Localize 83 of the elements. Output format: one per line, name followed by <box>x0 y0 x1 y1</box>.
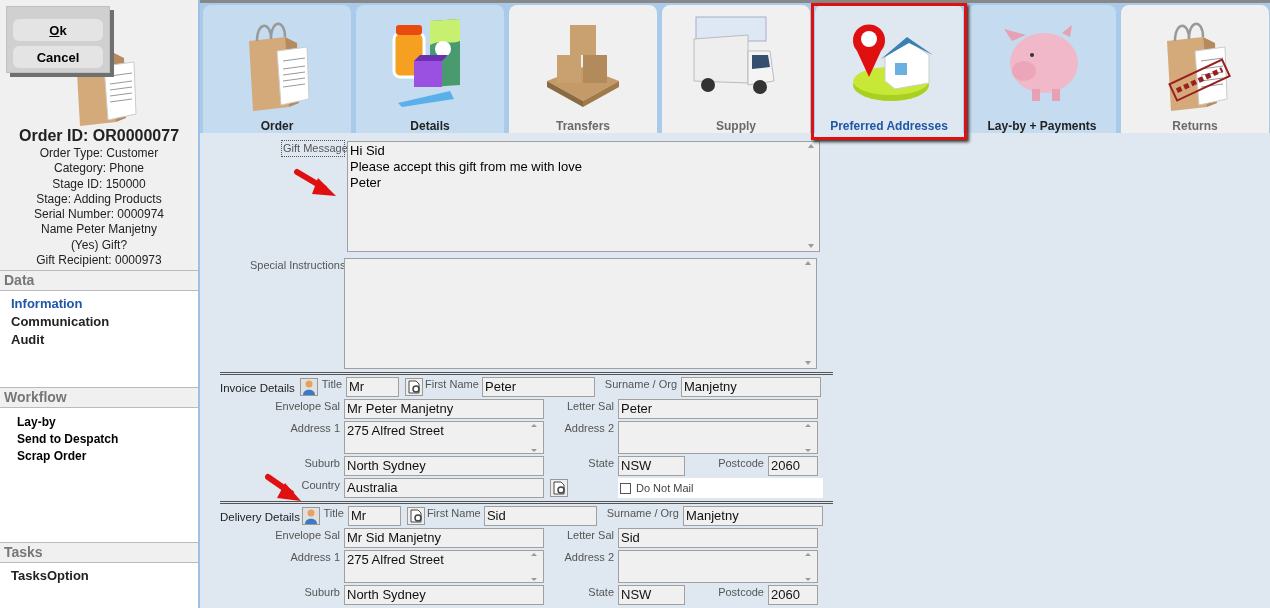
text-field[interactable]: 2060 <box>768 585 818 605</box>
field-label: Address 1 <box>289 550 341 565</box>
text-field[interactable]: North Sydney <box>344 456 544 476</box>
field-label: Address 2 <box>563 550 615 565</box>
text-field[interactable]: 275 Alfred Street <box>344 421 544 454</box>
sidebar-item[interactable]: Communication <box>11 313 110 331</box>
field-label: Surname / Org <box>605 506 680 521</box>
field-label: Address 1 <box>289 421 341 436</box>
field-label: State <box>587 456 615 471</box>
order-info-text: Stage ID: 150000 <box>52 176 146 192</box>
field-label: Letter Sal <box>565 528 615 543</box>
text-field[interactable]: Sid <box>483 506 597 526</box>
order-id-title: Order ID: OR0000077 <box>18 126 180 146</box>
field-label: Suburb <box>303 456 341 471</box>
section-header: Data <box>0 270 198 291</box>
text-field[interactable]: Peter <box>482 377 595 397</box>
field-label: Postcode <box>717 456 765 471</box>
arrow-drawing <box>265 473 303 503</box>
arrow-drawing <box>294 168 338 198</box>
lookup-icon[interactable] <box>405 378 423 396</box>
sidebar-item[interactable]: Scrap Order <box>17 448 87 465</box>
text-field[interactable]: NSW <box>618 456 685 476</box>
text-area[interactable]: Hi Sid Please accept this gift from me with love Peter <box>347 141 820 252</box>
section-header: Workflow <box>0 387 198 408</box>
text-field[interactable] <box>618 421 818 454</box>
field-label: Address 2 <box>563 421 615 436</box>
text-field[interactable]: Manjetny <box>682 506 823 526</box>
checkbox[interactable] <box>620 482 631 494</box>
text-field[interactable]: Manjetny <box>681 377 821 397</box>
checkbox-label: Do Not Mail <box>636 482 694 494</box>
text-field[interactable] <box>618 550 818 583</box>
tab[interactable]: Lay-by + Payments <box>968 5 1116 133</box>
sidebar-item[interactable]: TasksOption <box>11 567 89 585</box>
field-label: Envelope Sal <box>274 399 341 414</box>
text-field[interactable]: Mr <box>346 377 399 397</box>
field-label: Country <box>300 478 341 493</box>
text-field[interactable]: North Sydney <box>344 585 544 605</box>
tab[interactable]: Order <box>203 5 351 133</box>
field-label: First Name <box>425 377 480 392</box>
order-info-text: (Yes) Gift? <box>70 237 128 254</box>
field-label: Title <box>322 506 345 521</box>
dialog-button[interactable]: Ok <box>13 19 103 41</box>
section-header: Tasks <box>0 542 198 563</box>
field-label: Surname / Org <box>603 377 678 392</box>
field-label: Envelope Sal <box>274 528 341 543</box>
text-area[interactable] <box>344 258 817 369</box>
section-title: Delivery Details <box>220 510 300 523</box>
text-field[interactable]: 275 Alfred Street <box>344 550 544 583</box>
person-icon[interactable] <box>301 507 320 525</box>
dialog-button[interactable]: Cancel <box>13 46 103 68</box>
order-info-text: Stage: Adding Products <box>36 191 162 208</box>
order-info-text: Gift Recipient: 0000973 <box>36 253 162 269</box>
field-label: First Name <box>426 506 482 521</box>
text-field[interactable]: Sid <box>618 528 818 548</box>
lookup-icon[interactable] <box>550 479 568 497</box>
text-field[interactable]: Mr Peter Manjetny <box>344 399 544 419</box>
field-label: Suburb <box>303 585 341 600</box>
order-info-text: Name Peter Manjetny <box>40 222 158 238</box>
tab[interactable]: Preferred Addresses <box>815 5 963 133</box>
field-label: State <box>587 585 615 600</box>
tab[interactable]: Details <box>356 5 504 133</box>
lookup-icon[interactable] <box>406 507 425 525</box>
text-field[interactable]: NSW <box>618 585 685 605</box>
sidebar-item[interactable]: Lay-by <box>17 414 56 431</box>
order-info-text: Serial Number: 0000974 <box>33 207 165 223</box>
text-field[interactable]: Australia <box>344 478 544 498</box>
section-title: Invoice Details <box>220 381 296 394</box>
field-label: Postcode <box>717 585 765 600</box>
text-field[interactable]: 2060 <box>768 456 818 476</box>
field-label: Special Instructions <box>250 258 344 273</box>
sidebar-item[interactable]: Information <box>11 295 83 313</box>
field-label: Title <box>320 377 343 392</box>
scrollbar-arrows-icon <box>805 144 817 248</box>
field-label: Letter Sal <box>565 399 615 414</box>
scrollbar-arrows-icon <box>802 261 814 365</box>
order-info-text: Order Type: Customer <box>39 146 159 162</box>
sidebar-item[interactable]: Audit <box>11 331 45 349</box>
text-field[interactable]: Peter <box>618 399 818 419</box>
text-field[interactable]: Mr Sid Manjetny <box>344 528 544 548</box>
order-info-text: Category: Phone <box>53 161 145 177</box>
sidebar-item[interactable]: Send to Despatch <box>17 431 119 448</box>
text-field[interactable]: Mr <box>347 506 401 526</box>
person-icon[interactable] <box>300 378 318 396</box>
